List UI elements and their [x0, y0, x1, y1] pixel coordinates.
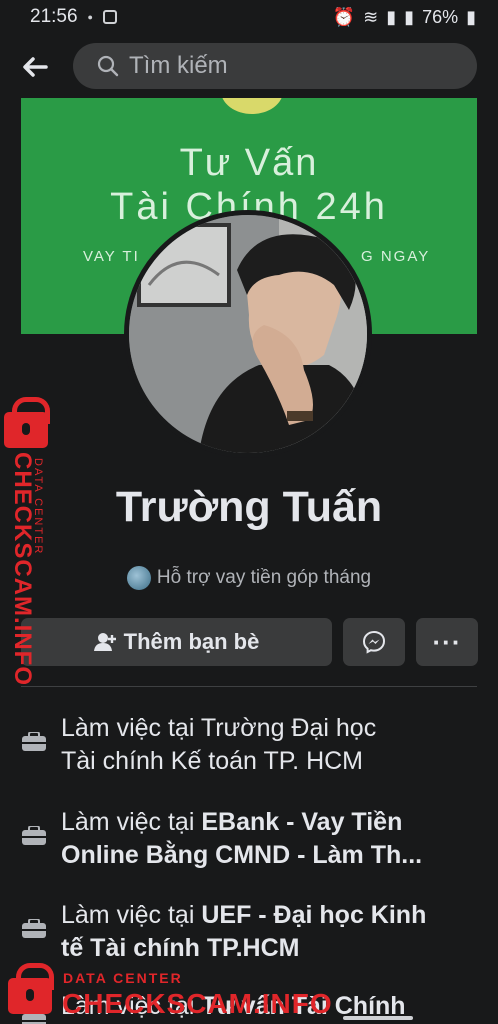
section-divider	[21, 686, 477, 687]
profile-avatar[interactable]	[124, 210, 372, 458]
app-notification-icon	[102, 10, 117, 24]
notification-icon: ●	[87, 12, 93, 22]
search-box[interactable]	[73, 43, 477, 89]
briefcase-icon	[22, 826, 46, 845]
signal-icon: ▮	[386, 6, 397, 27]
workplace-link-cont[interactable]: Online Bằng CMND - Làm Th...	[61, 839, 471, 872]
back-arrow-icon	[23, 57, 48, 77]
watermark-site: CHECKSCAM.INFO	[62, 988, 333, 1019]
work-prefix: Làm việc tại	[61, 808, 202, 836]
back-button[interactable]	[0, 40, 70, 94]
lock-icon	[4, 397, 50, 448]
workplace-link[interactable]: EBank - Vay Tiền	[201, 808, 402, 836]
add-friend-label: Thêm bạn bè	[123, 629, 260, 654]
cover-logo	[221, 98, 283, 114]
message-button[interactable]	[343, 618, 405, 666]
home-indicator[interactable]	[343, 1016, 413, 1020]
work-item[interactable]: Làm việc tại Trường Đại học Tài chính Kế…	[21, 712, 477, 778]
profile-bio: Hỗ trợ vay tiền góp tháng	[0, 566, 498, 590]
add-friend-icon	[93, 633, 116, 651]
battery-percent: 76%	[422, 6, 459, 27]
work-line2: Tài chính Kế toán TP. HCM	[61, 747, 364, 775]
top-bar	[0, 40, 498, 94]
work-item[interactable]: Làm việc tại UEF - Đại học Kinh tế Tài c…	[21, 899, 477, 965]
signal-icon-2: ▮	[404, 6, 415, 27]
watermark-side: CHECKSCAM.INFO DATA CENTER	[4, 397, 56, 686]
search-icon	[97, 55, 119, 77]
more-options-button[interactable]: ···	[416, 618, 478, 666]
alarm-icon: ⏰	[332, 6, 356, 27]
messenger-icon	[362, 630, 386, 654]
briefcase-icon	[22, 732, 46, 751]
add-friend-button[interactable]: Thêm bạn bè	[21, 618, 332, 666]
lock-icon	[8, 963, 54, 1014]
status-time: 21:56	[30, 6, 78, 27]
search-input[interactable]	[129, 52, 449, 80]
watermark-data-center: DATA CENTER	[63, 970, 183, 986]
workplace-link-cont[interactable]: tế Tài chính TP.HCM	[61, 934, 299, 962]
battery-icon: ▮	[466, 6, 476, 27]
cover-subtitle-left: VAY TI	[83, 248, 140, 265]
work-item[interactable]: Làm việc tại EBank - Vay Tiền Online Bằn…	[21, 806, 477, 872]
watermark-bottom: DATA CENTER CHECKSCAM.INFO	[0, 960, 498, 1024]
profile-name: Trường Tuấn	[115, 483, 383, 531]
bio-text: Hỗ trợ vay tiền góp tháng	[156, 567, 372, 588]
watermark-data-center: DATA CENTER	[32, 458, 44, 556]
workplace-link[interactable]: UEF - Đại học Kinh	[201, 901, 426, 929]
avatar-photo	[129, 215, 367, 453]
cover-title-line1: Tư Vấn	[179, 142, 319, 184]
profile-actions: Thêm bạn bè ···	[21, 618, 478, 666]
briefcase-icon	[22, 919, 46, 938]
work-prefix: Làm việc tại	[61, 901, 202, 929]
cover-subtitle-right: G NGAY	[361, 248, 431, 265]
work-line1: Làm việc tại Trường Đại học	[61, 714, 377, 742]
more-options-icon: ···	[432, 626, 462, 657]
wifi-icon: ≋	[363, 6, 379, 27]
globe-emoji-icon	[126, 566, 151, 590]
status-bar: 21:56 ● ⏰ ≋ ▮ ▮ 76% ▮	[0, 0, 498, 34]
